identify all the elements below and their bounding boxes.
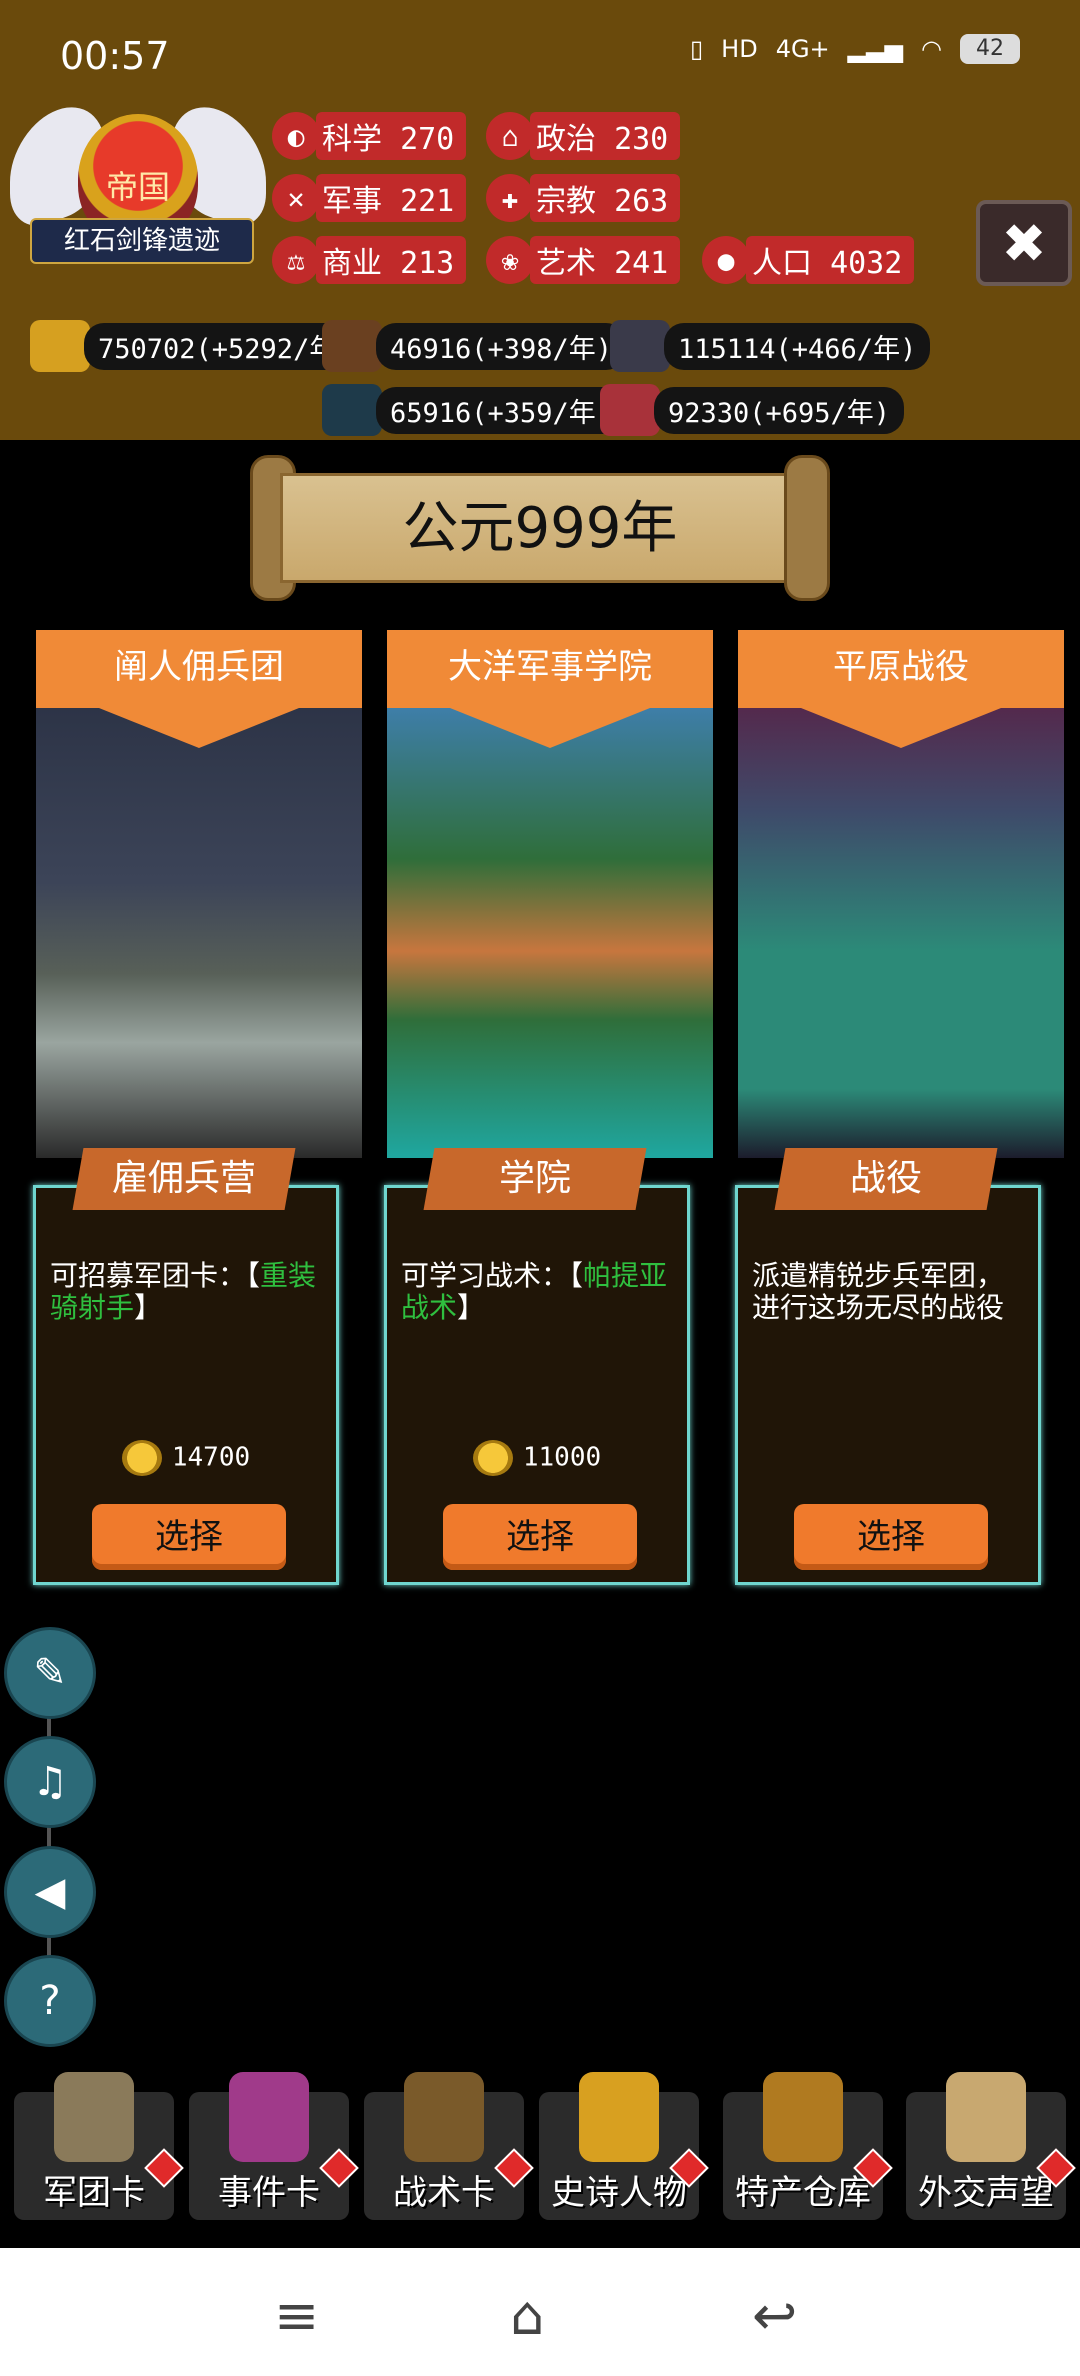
signal-icon: ▂▃▅ <box>847 35 904 63</box>
status-icons: ▯ HD 4G+ ▂▃▅ ◠ 42 <box>690 34 1020 64</box>
gold-coins-icon <box>30 320 90 372</box>
clock: 00:57 <box>60 34 170 78</box>
music-toggle-button[interactable]: ♫ <box>4 1736 96 1828</box>
battery-icon: 42 <box>960 34 1020 64</box>
wifi-icon: ◠ <box>921 35 942 63</box>
card-cost: 11000 <box>387 1440 687 1476</box>
cross-icon: ✚ <box>486 174 534 222</box>
meat-icon <box>600 384 660 436</box>
resource-gold: 750702(+5292/年) <box>30 320 367 372</box>
card-cost: 14700 <box>36 1440 336 1476</box>
card-description: 可学习战术：【帕提亚战术】 <box>401 1259 668 1324</box>
card-title: 平原战役 <box>738 630 1064 748</box>
card-tab-academy: 学院 <box>423 1148 647 1210</box>
logs-icon <box>322 320 382 372</box>
resource-meat: 92330(+695/年) <box>600 384 905 436</box>
event-card-mercenary[interactable]: 阐人佣兵团 <box>36 630 362 1158</box>
vibrate-icon: ▯ <box>689 35 704 63</box>
card-panel-campaign: 派遣精锐步兵军团，进行这场无尽的战役 选择 <box>735 1185 1041 1585</box>
empire-emblem[interactable]: 帝国 红石剑锋遗迹 <box>10 92 266 280</box>
stat-population: ● 人口 4032 <box>702 236 915 284</box>
year-label: 公元999年 <box>402 496 678 561</box>
gold-coin-icon <box>472 1440 513 1476</box>
scroll-icon <box>229 2072 309 2162</box>
music-off-icon: ♫ <box>32 1759 68 1805</box>
card-description: 可招募军团卡：【重装骑射手】 <box>50 1259 317 1324</box>
stat-religion: ✚ 宗教 263 <box>486 174 681 222</box>
crystal-ore-icon <box>322 384 382 436</box>
scroll-quill-icon: ✎ <box>33 1650 67 1696</box>
battlefield-image <box>738 698 1064 1158</box>
crossed-swords-icon: ✕ <box>272 174 320 222</box>
kingdom-name: 红石剑锋遗迹 <box>30 218 254 264</box>
question-icon: ? <box>39 1978 61 2024</box>
tab-epic-figures[interactable]: 史诗人物 <box>539 2072 709 2220</box>
stat-military: ✕ 军事 221 <box>272 174 467 222</box>
hd-icon: HD <box>721 35 758 63</box>
card-description: 派遣精锐步兵军团，进行这场无尽的战役 <box>752 1259 1005 1324</box>
close-button[interactable]: ✖ <box>976 200 1072 286</box>
card-tab-mercenary: 雇佣兵营 <box>72 1148 296 1210</box>
helmet-icon <box>54 2072 134 2162</box>
crown-icon <box>579 2072 659 2162</box>
stat-art: ❀ 艺术 241 <box>486 236 681 284</box>
event-card-campaign[interactable]: 平原战役 <box>738 630 1064 1158</box>
system-nav-bar: ≡ ⌂ ↩ <box>0 2248 1080 2376</box>
coastal-academy-image <box>387 698 713 1158</box>
menu-icon[interactable]: ≡ <box>274 2284 319 2347</box>
planet-icon: ◐ <box>272 112 320 160</box>
stat-commerce: ⚖ 商业 213 <box>272 236 467 284</box>
ore-icon <box>610 320 670 372</box>
select-button[interactable]: 选择 <box>443 1504 637 1570</box>
back-icon[interactable]: ↩ <box>752 2284 797 2347</box>
gold-coin-icon <box>121 1440 162 1476</box>
event-card-academy[interactable]: 大洋军事学院 <box>387 630 713 1158</box>
castle-hall-image <box>36 698 362 1158</box>
close-icon: ✖ <box>1001 211 1047 275</box>
card-tab-campaign: 战役 <box>774 1148 998 1210</box>
resource-wood: 46916(+398/年) <box>322 320 627 372</box>
tab-tactic-cards[interactable]: 战术卡 <box>364 2072 534 2220</box>
shield-axes-icon <box>404 2072 484 2162</box>
network-label: 4G+ <box>775 35 830 63</box>
select-button[interactable]: 选择 <box>794 1504 988 1570</box>
emblem-title: 帝国 <box>105 168 170 206</box>
lotus-icon: ❀ <box>486 236 534 284</box>
tab-event-cards[interactable]: 事件卡 <box>189 2072 359 2220</box>
scales-icon: ⚖ <box>272 236 320 284</box>
year-scroll: 公元999年 <box>250 455 830 601</box>
tab-diplomatic-reputation[interactable]: 外交声望 <box>906 2072 1076 2220</box>
kingdom-header: 帝国 红石剑锋遗迹 ◐ 科学 270 ⌂ 政治 230 ✕ 军事 221 ✚ 宗… <box>0 92 1080 440</box>
chest-icon <box>763 2072 843 2162</box>
temple-icon: ⌂ <box>486 112 534 160</box>
select-button[interactable]: 选择 <box>92 1504 286 1570</box>
card-title: 阐人佣兵团 <box>36 630 362 748</box>
card-panel-mercenary: 可招募军团卡：【重装骑射手】 14700 选择 <box>33 1185 339 1585</box>
person-icon: ● <box>702 236 750 284</box>
sound-toggle-button[interactable]: ◀ <box>4 1846 96 1938</box>
home-icon[interactable]: ⌂ <box>510 2284 544 2347</box>
resource-crystal: 65916(+359/年) <box>322 384 627 436</box>
stat-politics: ⌂ 政治 230 <box>486 112 681 160</box>
card-panel-academy: 可学习战术：【帕提亚战术】 11000 选择 <box>384 1185 690 1585</box>
quest-log-button[interactable]: ✎ <box>4 1627 96 1719</box>
tab-specialty-warehouse[interactable]: 特产仓库 <box>723 2072 893 2220</box>
speaker-icon: ◀ <box>34 1869 66 1915</box>
envelope-icon <box>946 2072 1026 2162</box>
help-button[interactable]: ? <box>4 1955 96 2047</box>
tab-legion-cards[interactable]: 军团卡 <box>14 2072 184 2220</box>
resource-stone: 115114(+466/年) <box>610 320 931 372</box>
status-bar: 00:57 ▯ HD 4G+ ▂▃▅ ◠ 42 <box>0 0 1080 100</box>
stat-science: ◐ 科学 270 <box>272 112 467 160</box>
card-title: 大洋军事学院 <box>387 630 713 748</box>
